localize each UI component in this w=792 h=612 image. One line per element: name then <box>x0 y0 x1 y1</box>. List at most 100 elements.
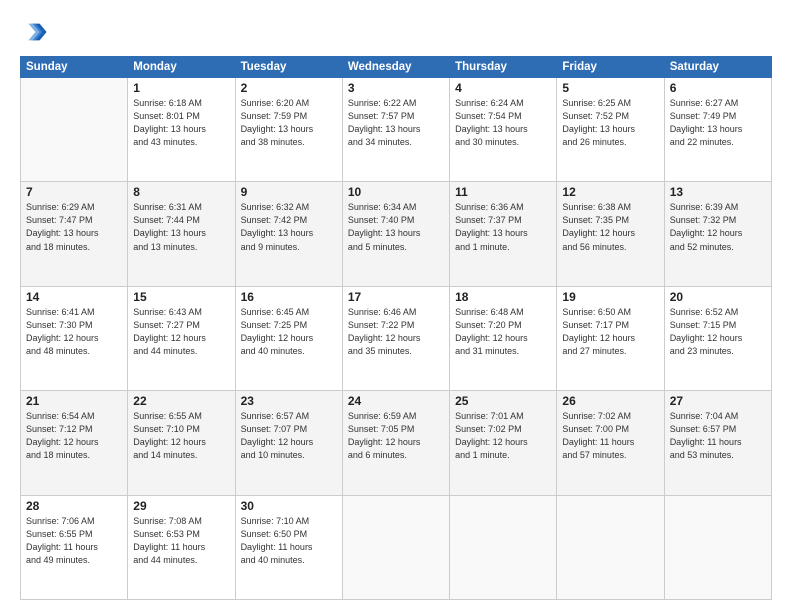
calendar-cell <box>557 495 664 599</box>
day-number: 11 <box>455 185 551 199</box>
calendar-cell: 25 Sunrise: 7:01 AM Sunset: 7:02 PM Dayli… <box>450 391 557 495</box>
day-info: Sunrise: 6:25 AM Sunset: 7:52 PM Dayligh… <box>562 97 658 149</box>
day-info: Sunrise: 6:54 AM Sunset: 7:12 PM Dayligh… <box>26 410 122 462</box>
calendar-cell: 12 Sunrise: 6:38 AM Sunset: 7:35 PM Dayli… <box>557 182 664 286</box>
day-number: 4 <box>455 81 551 95</box>
calendar-cell: 23 Sunrise: 6:57 AM Sunset: 7:07 PM Dayli… <box>235 391 342 495</box>
calendar-cell: 6 Sunrise: 6:27 AM Sunset: 7:49 PM Daylig… <box>664 78 771 182</box>
day-info: Sunrise: 6:52 AM Sunset: 7:15 PM Dayligh… <box>670 306 766 358</box>
logo-icon <box>20 18 48 46</box>
day-info: Sunrise: 6:46 AM Sunset: 7:22 PM Dayligh… <box>348 306 444 358</box>
calendar-cell: 17 Sunrise: 6:46 AM Sunset: 7:22 PM Dayli… <box>342 286 449 390</box>
calendar-cell: 30 Sunrise: 7:10 AM Sunset: 6:50 PM Dayli… <box>235 495 342 599</box>
calendar-cell: 19 Sunrise: 6:50 AM Sunset: 7:17 PM Dayli… <box>557 286 664 390</box>
calendar-week-row: 21 Sunrise: 6:54 AM Sunset: 7:12 PM Dayli… <box>21 391 772 495</box>
calendar-cell: 4 Sunrise: 6:24 AM Sunset: 7:54 PM Daylig… <box>450 78 557 182</box>
calendar-cell: 20 Sunrise: 6:52 AM Sunset: 7:15 PM Dayli… <box>664 286 771 390</box>
calendar-header-wednesday: Wednesday <box>342 57 449 78</box>
calendar-cell: 10Sunrise: 6:34 AM Sunset: 7:40 PM Dayli… <box>342 182 449 286</box>
calendar-cell: 16 Sunrise: 6:45 AM Sunset: 7:25 PM Dayli… <box>235 286 342 390</box>
calendar-cell: 24 Sunrise: 6:59 AM Sunset: 7:05 PM Dayli… <box>342 391 449 495</box>
day-info: Sunrise: 6:43 AM Sunset: 7:27 PM Dayligh… <box>133 306 229 358</box>
calendar-cell: 9 Sunrise: 6:32 AM Sunset: 7:42 PM Daylig… <box>235 182 342 286</box>
calendar-table: SundayMondayTuesdayWednesdayThursdayFrid… <box>20 56 772 600</box>
day-number: 24 <box>348 394 444 408</box>
calendar-cell <box>664 495 771 599</box>
calendar-week-row: 14 Sunrise: 6:41 AM Sunset: 7:30 PM Dayli… <box>21 286 772 390</box>
day-info: Sunrise: 6:27 AM Sunset: 7:49 PM Dayligh… <box>670 97 766 149</box>
day-number: 22 <box>133 394 229 408</box>
day-info: Sunrise: 6:20 AM Sunset: 7:59 PM Dayligh… <box>241 97 337 149</box>
header <box>20 18 772 46</box>
day-info: Sunrise: 6:38 AM Sunset: 7:35 PM Dayligh… <box>562 201 658 253</box>
day-number: 29 <box>133 499 229 513</box>
calendar-cell: 18 Sunrise: 6:48 AM Sunset: 7:20 PM Dayli… <box>450 286 557 390</box>
day-info: Sunrise: 7:01 AM Sunset: 7:02 PM Dayligh… <box>455 410 551 462</box>
day-number: 13 <box>670 185 766 199</box>
day-info: Sunrise: 6:48 AM Sunset: 7:20 PM Dayligh… <box>455 306 551 358</box>
day-number: 21 <box>26 394 122 408</box>
calendar-header-monday: Monday <box>128 57 235 78</box>
day-number: 14 <box>26 290 122 304</box>
calendar-cell: 28 Sunrise: 7:06 AM Sunset: 6:55 PM Dayli… <box>21 495 128 599</box>
logo <box>20 18 52 46</box>
day-info: Sunrise: 6:22 AM Sunset: 7:57 PM Dayligh… <box>348 97 444 149</box>
calendar-cell: 3Sunrise: 6:22 AM Sunset: 7:57 PM Daylig… <box>342 78 449 182</box>
day-number: 9 <box>241 185 337 199</box>
day-number: 27 <box>670 394 766 408</box>
calendar-cell <box>450 495 557 599</box>
calendar-cell: 14 Sunrise: 6:41 AM Sunset: 7:30 PM Dayli… <box>21 286 128 390</box>
day-info: Sunrise: 7:02 AM Sunset: 7:00 PM Dayligh… <box>562 410 658 462</box>
calendar-cell: 26Sunrise: 7:02 AM Sunset: 7:00 PM Dayli… <box>557 391 664 495</box>
calendar-header-row: SundayMondayTuesdayWednesdayThursdayFrid… <box>21 57 772 78</box>
calendar-week-row: 7 Sunrise: 6:29 AM Sunset: 7:47 PM Daylig… <box>21 182 772 286</box>
calendar-cell <box>342 495 449 599</box>
day-number: 16 <box>241 290 337 304</box>
day-info: Sunrise: 7:04 AM Sunset: 6:57 PM Dayligh… <box>670 410 766 462</box>
calendar-cell: 5 Sunrise: 6:25 AM Sunset: 7:52 PM Daylig… <box>557 78 664 182</box>
day-number: 15 <box>133 290 229 304</box>
day-number: 23 <box>241 394 337 408</box>
calendar-cell: 21 Sunrise: 6:54 AM Sunset: 7:12 PM Dayli… <box>21 391 128 495</box>
day-info: Sunrise: 6:50 AM Sunset: 7:17 PM Dayligh… <box>562 306 658 358</box>
day-info: Sunrise: 6:34 AM Sunset: 7:40 PM Dayligh… <box>348 201 444 253</box>
day-number: 5 <box>562 81 658 95</box>
day-info: Sunrise: 6:45 AM Sunset: 7:25 PM Dayligh… <box>241 306 337 358</box>
day-info: Sunrise: 6:29 AM Sunset: 7:47 PM Dayligh… <box>26 201 122 253</box>
day-number: 1 <box>133 81 229 95</box>
day-number: 6 <box>670 81 766 95</box>
calendar-cell: 13 Sunrise: 6:39 AM Sunset: 7:32 PM Dayli… <box>664 182 771 286</box>
day-info: Sunrise: 6:36 AM Sunset: 7:37 PM Dayligh… <box>455 201 551 253</box>
day-info: Sunrise: 6:32 AM Sunset: 7:42 PM Dayligh… <box>241 201 337 253</box>
calendar-header-thursday: Thursday <box>450 57 557 78</box>
calendar-header-saturday: Saturday <box>664 57 771 78</box>
day-number: 7 <box>26 185 122 199</box>
day-info: Sunrise: 6:59 AM Sunset: 7:05 PM Dayligh… <box>348 410 444 462</box>
page: SundayMondayTuesdayWednesdayThursdayFrid… <box>0 0 792 612</box>
day-number: 20 <box>670 290 766 304</box>
calendar-week-row: 1Sunrise: 6:18 AM Sunset: 8:01 PM Daylig… <box>21 78 772 182</box>
day-info: Sunrise: 6:24 AM Sunset: 7:54 PM Dayligh… <box>455 97 551 149</box>
day-info: Sunrise: 6:55 AM Sunset: 7:10 PM Dayligh… <box>133 410 229 462</box>
day-number: 28 <box>26 499 122 513</box>
day-number: 30 <box>241 499 337 513</box>
day-number: 17 <box>348 290 444 304</box>
calendar-cell: 22 Sunrise: 6:55 AM Sunset: 7:10 PM Dayli… <box>128 391 235 495</box>
day-number: 18 <box>455 290 551 304</box>
calendar-cell: 8Sunrise: 6:31 AM Sunset: 7:44 PM Daylig… <box>128 182 235 286</box>
day-info: Sunrise: 7:08 AM Sunset: 6:53 PM Dayligh… <box>133 515 229 567</box>
day-number: 2 <box>241 81 337 95</box>
day-number: 19 <box>562 290 658 304</box>
day-info: Sunrise: 7:06 AM Sunset: 6:55 PM Dayligh… <box>26 515 122 567</box>
day-info: Sunrise: 7:10 AM Sunset: 6:50 PM Dayligh… <box>241 515 337 567</box>
calendar-cell <box>21 78 128 182</box>
day-number: 25 <box>455 394 551 408</box>
day-info: Sunrise: 6:41 AM Sunset: 7:30 PM Dayligh… <box>26 306 122 358</box>
day-info: Sunrise: 6:39 AM Sunset: 7:32 PM Dayligh… <box>670 201 766 253</box>
calendar-cell: 7 Sunrise: 6:29 AM Sunset: 7:47 PM Daylig… <box>21 182 128 286</box>
calendar-week-row: 28 Sunrise: 7:06 AM Sunset: 6:55 PM Dayli… <box>21 495 772 599</box>
day-number: 12 <box>562 185 658 199</box>
day-number: 8 <box>133 185 229 199</box>
calendar-cell: 11 Sunrise: 6:36 AM Sunset: 7:37 PM Dayli… <box>450 182 557 286</box>
day-info: Sunrise: 6:57 AM Sunset: 7:07 PM Dayligh… <box>241 410 337 462</box>
